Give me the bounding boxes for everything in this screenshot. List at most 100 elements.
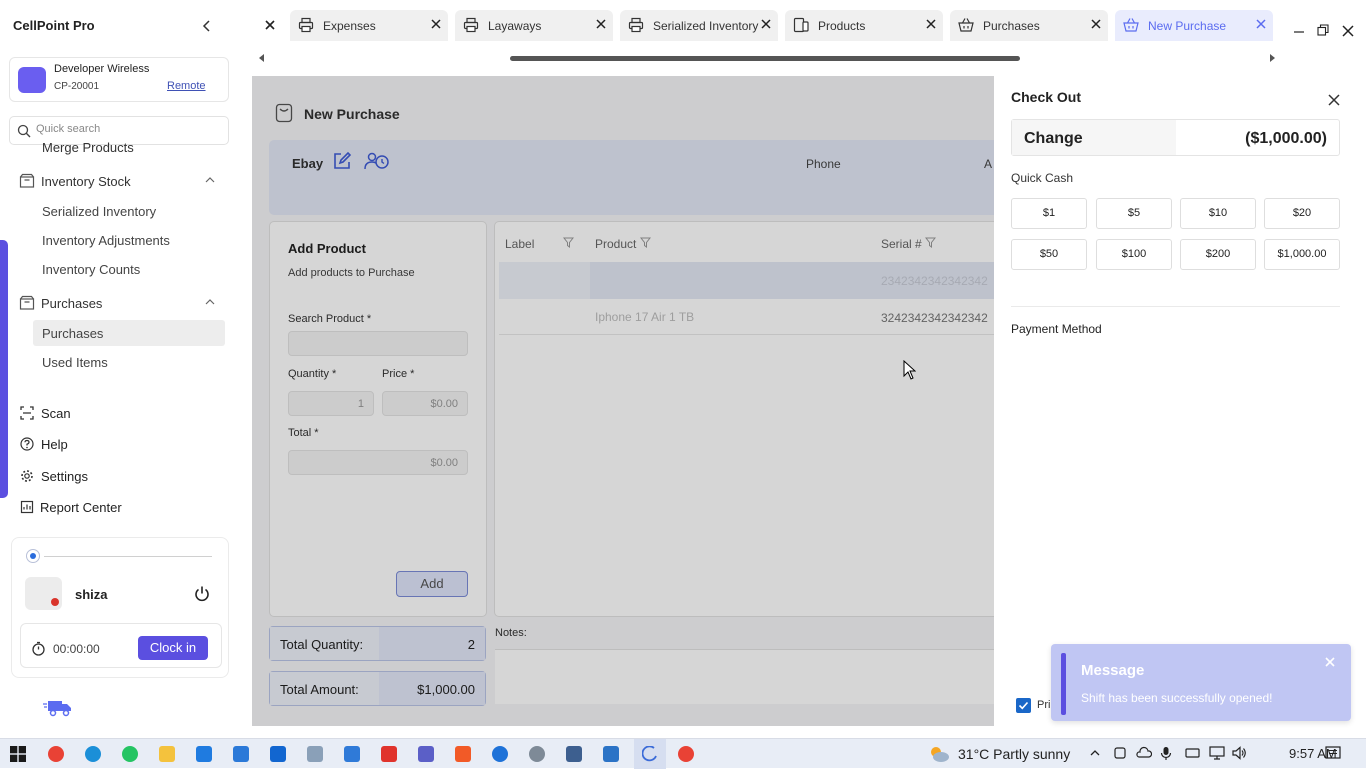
nav-purchases-group[interactable]: Purchases <box>41 296 102 311</box>
quick-cash-button[interactable]: $10 <box>1180 198 1256 229</box>
close-icon[interactable] <box>1324 656 1336 668</box>
quick-cash-button[interactable]: $100 <box>1096 239 1172 270</box>
cart-icon <box>19 295 35 311</box>
report-icon <box>20 500 34 514</box>
app-icon[interactable] <box>233 746 249 762</box>
edge-icon[interactable] <box>85 746 101 762</box>
close-icon[interactable] <box>1255 18 1267 30</box>
nav-inventory-stock[interactable]: Inventory Stock <box>41 174 131 189</box>
nav-serialized-inventory[interactable]: Serialized Inventory <box>42 204 156 219</box>
close-icon[interactable] <box>1090 18 1102 30</box>
nav-scan[interactable]: Scan <box>41 406 71 421</box>
microphone-icon[interactable] <box>1160 746 1172 761</box>
chevron-up-icon[interactable] <box>204 297 216 307</box>
nav-purchases[interactable]: Purchases <box>42 326 103 341</box>
notification-icon[interactable] <box>1325 746 1341 761</box>
print-checkbox[interactable] <box>1016 698 1031 713</box>
tab-serialized-inventory[interactable]: Serialized Inventory <box>620 10 778 41</box>
volume-icon[interactable] <box>1232 746 1247 760</box>
app-icon[interactable] <box>492 746 508 762</box>
minimize-icon[interactable] <box>1293 24 1305 36</box>
chrome-icon[interactable] <box>48 746 64 762</box>
weather-icon <box>928 744 950 764</box>
tab-layaways[interactable]: Layaways <box>455 10 613 41</box>
calculator-icon[interactable] <box>603 746 619 762</box>
app-icon[interactable] <box>307 746 323 762</box>
change-display: Change ($1,000.00) <box>1011 119 1340 156</box>
store-icon[interactable] <box>196 746 212 762</box>
close-all-tabs-icon[interactable] <box>263 18 277 32</box>
app-icon[interactable] <box>529 746 545 762</box>
nav-settings[interactable]: Settings <box>41 469 88 484</box>
onedrive-icon[interactable] <box>1136 746 1152 760</box>
tab-scrollbar[interactable] <box>258 53 1276 63</box>
status-dot <box>51 598 59 606</box>
tab-expenses[interactable]: Expenses <box>290 10 448 41</box>
app-r-icon[interactable] <box>270 746 286 762</box>
nav-merge-products[interactable]: Merge Products <box>42 140 134 155</box>
remote-link[interactable]: Remote <box>167 80 206 92</box>
scroll-left-icon[interactable] <box>258 54 266 62</box>
app-icon[interactable] <box>344 746 360 762</box>
store-card[interactable]: Developer Wireless CP-20001 Remote <box>9 57 229 102</box>
taskbar-active-app[interactable] <box>634 739 666 769</box>
nav-used-items[interactable]: Used Items <box>42 355 108 370</box>
close-icon[interactable] <box>595 18 607 30</box>
quick-cash-button[interactable]: $1 <box>1011 198 1087 229</box>
search-input[interactable] <box>36 123 221 135</box>
shift-slider <box>44 556 212 557</box>
toast-accent <box>1061 653 1066 715</box>
scan-icon <box>20 406 34 420</box>
restore-icon[interactable] <box>1317 24 1329 36</box>
close-icon[interactable] <box>1327 93 1341 107</box>
tab-purchases[interactable]: Purchases <box>950 10 1108 41</box>
mouse-cursor-icon <box>903 360 916 380</box>
tab-new-purchase[interactable]: New Purchase <box>1115 10 1273 41</box>
chevron-up-icon[interactable] <box>1089 747 1101 759</box>
nav-help[interactable]: Help <box>41 437 68 452</box>
whatsapp-icon[interactable] <box>122 746 138 762</box>
modal-backdrop[interactable] <box>252 76 994 726</box>
printer-icon <box>628 17 644 33</box>
left-accent-bar <box>0 240 8 498</box>
scroll-right-icon[interactable] <box>1268 54 1276 62</box>
quick-cash-button[interactable]: $50 <box>1011 239 1087 270</box>
windows-start-icon[interactable] <box>10 746 26 762</box>
quick-cash-button[interactable]: $1,000.00 <box>1264 239 1340 270</box>
brave-icon[interactable] <box>455 746 471 762</box>
file-explorer-icon[interactable] <box>159 746 175 762</box>
close-icon[interactable] <box>760 18 772 30</box>
close-icon[interactable] <box>430 18 442 30</box>
app-title: CellPoint Pro <box>13 18 95 33</box>
teams-icon[interactable] <box>418 746 434 762</box>
collapse-sidebar-icon[interactable] <box>200 19 214 33</box>
tray-icon[interactable] <box>1113 746 1127 760</box>
clock-box: 00:00:00 Clock in <box>20 623 222 668</box>
app-icon[interactable] <box>566 746 582 762</box>
quick-cash-button[interactable]: $200 <box>1180 239 1256 270</box>
tray-app-icon[interactable] <box>1185 746 1200 760</box>
scrollbar-thumb[interactable] <box>510 56 1020 61</box>
clock-in-button[interactable]: Clock in <box>138 636 208 660</box>
store-logo <box>18 67 46 93</box>
tab-label: Expenses <box>323 19 376 33</box>
chevron-up-icon[interactable] <box>204 175 216 185</box>
network-icon[interactable] <box>1209 746 1225 760</box>
quick-cash-button[interactable]: $20 <box>1264 198 1340 229</box>
app-icon[interactable] <box>381 746 397 762</box>
tab-label: Layaways <box>488 19 542 33</box>
quick-cash-button[interactable]: $5 <box>1096 198 1172 229</box>
nav-report-center[interactable]: Report Center <box>40 500 122 515</box>
tab-products[interactable]: Products <box>785 10 943 41</box>
chrome-icon[interactable] <box>678 746 694 762</box>
nav-inventory-adjustments[interactable]: Inventory Adjustments <box>42 233 170 248</box>
shift-radio[interactable] <box>26 549 40 563</box>
delivery-truck-icon[interactable] <box>43 698 73 718</box>
close-icon[interactable] <box>925 18 937 30</box>
store-id: CP-20001 <box>54 81 100 92</box>
nav-inventory-counts[interactable]: Inventory Counts <box>42 262 140 277</box>
basket-icon <box>1123 17 1139 33</box>
power-icon[interactable] <box>193 585 211 603</box>
weather-text[interactable]: 31°C Partly sunny <box>958 746 1070 762</box>
window-close-icon[interactable] <box>1341 24 1355 38</box>
